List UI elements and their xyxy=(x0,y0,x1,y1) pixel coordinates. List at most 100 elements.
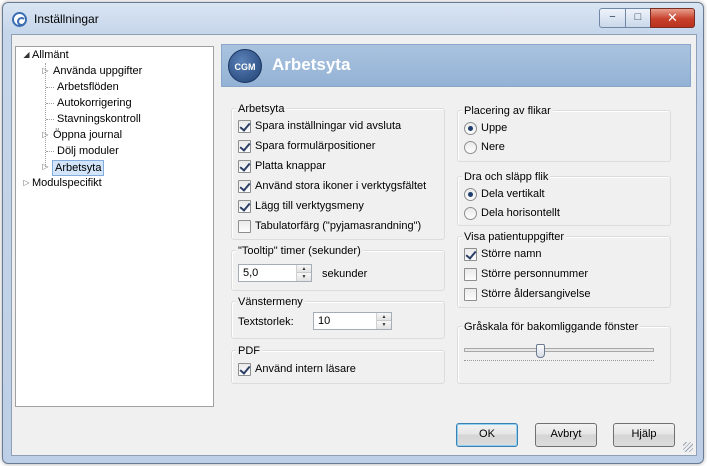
spinner-up-icon[interactable]: ▲ xyxy=(377,313,391,321)
radio-label: Dela vertikalt xyxy=(481,188,545,200)
checkbox-label: Större personnummer xyxy=(481,268,588,280)
tree-node-arbetsfloden[interactable]: Arbetsflöden xyxy=(16,79,206,95)
dialog-client: ◢ Allmänt ▷ Använda uppgifter Arbetsflöd… xyxy=(11,34,697,456)
ok-button[interactable]: OK xyxy=(456,423,518,447)
unit-label: sekunder xyxy=(322,268,368,280)
checkbox-box[interactable] xyxy=(464,268,477,281)
group-placering-flikar: Placering av flikar Uppe Nere xyxy=(457,104,671,162)
group-legend: Placering av flikar xyxy=(462,104,553,118)
tree-label: Arbetsflöden xyxy=(57,81,119,93)
spinner-arrows[interactable]: ▲ ▼ xyxy=(376,313,391,329)
spinner-value[interactable]: 10 xyxy=(318,315,330,327)
spinner-arrows[interactable]: ▲ ▼ xyxy=(296,265,311,281)
group-tooltip-timer: "Tooltip" timer (sekunder) 5,0 ▲ ▼ sekun… xyxy=(231,244,445,291)
window-title: Inställningar xyxy=(34,12,99,26)
group-legend: Vänstermeny xyxy=(236,295,305,309)
spinner-up-icon[interactable]: ▲ xyxy=(297,265,311,273)
checkbox-box[interactable] xyxy=(238,120,251,133)
tree-label: Arbetsyta xyxy=(52,160,105,176)
cancel-button[interactable]: Avbryt xyxy=(535,423,597,447)
graskala-slider-track[interactable] xyxy=(464,348,654,352)
checkbox-label: Lägg till verktygsmeny xyxy=(255,200,364,212)
tree-node-oppna-journal[interactable]: ▷ Öppna journal xyxy=(16,127,206,143)
tree-connector xyxy=(46,119,54,120)
tree-connector xyxy=(46,151,54,152)
tree-node-dolj-moduler[interactable]: Dölj moduler xyxy=(16,143,206,159)
textstorlek-label: Textstorlek: xyxy=(238,316,294,328)
checkbox-label: Spara formulärpositioner xyxy=(255,140,376,152)
tree-node-anvanda-uppgifter[interactable]: ▷ Använda uppgifter xyxy=(16,63,206,79)
checkbox-label: Platta knappar xyxy=(255,160,326,172)
checkbox-label: Spara inställningar vid avsluta xyxy=(255,120,402,132)
tree-node-autokorrigering[interactable]: Autokorrigering xyxy=(16,95,206,111)
slider-ticks xyxy=(464,360,654,363)
title-bar[interactable]: Inställningar − □ ✕ xyxy=(3,3,703,33)
panel-header: CGM Arbetsyta xyxy=(221,44,691,87)
tree-node-arbetsyta[interactable]: ▷ Arbetsyta xyxy=(16,159,206,176)
help-button[interactable]: Hjälp xyxy=(613,423,675,447)
group-legend: Arbetsyta xyxy=(236,102,287,116)
graskala-slider-thumb[interactable] xyxy=(536,344,546,358)
radio-label: Nere xyxy=(481,141,505,153)
group-vanstermeny: Vänstermeny Textstorlek: 10 ▲ ▼ xyxy=(231,295,445,339)
minimize-button[interactable]: − xyxy=(599,8,626,28)
tree-label: Autokorrigering xyxy=(57,97,132,109)
app-icon xyxy=(12,12,27,27)
settings-tree[interactable]: ◢ Allmänt ▷ Använda uppgifter Arbetsflöd… xyxy=(15,46,214,407)
tree-label: Öppna journal xyxy=(53,129,123,141)
tree-connector xyxy=(46,103,54,104)
radio-circle[interactable] xyxy=(464,122,477,135)
collapse-icon[interactable]: ◢ xyxy=(22,47,31,63)
checkbox-box[interactable] xyxy=(464,288,477,301)
close-button[interactable]: ✕ xyxy=(650,8,695,28)
spinner-down-icon[interactable]: ▼ xyxy=(377,321,391,329)
checkbox-box[interactable] xyxy=(238,363,251,376)
radio-circle[interactable] xyxy=(464,188,477,201)
checkbox-box[interactable] xyxy=(238,200,251,213)
tree-connector xyxy=(46,87,54,88)
checkbox-box[interactable] xyxy=(464,248,477,261)
spinner-down-icon[interactable]: ▼ xyxy=(297,273,311,281)
group-legend: Dra och släpp flik xyxy=(462,170,551,184)
expand-icon[interactable]: ▷ xyxy=(41,159,50,175)
group-legend: "Tooltip" timer (sekunder) xyxy=(236,244,363,258)
expand-icon[interactable]: ▷ xyxy=(41,63,50,79)
tree-label: Dölj moduler xyxy=(57,145,119,157)
radio-label: Dela horisontellt xyxy=(481,207,560,219)
group-legend: Visa patientuppgifter xyxy=(462,230,567,244)
settings-window: Inställningar − □ ✕ ◢ Allmänt ▷ Använda … xyxy=(2,2,704,464)
radio-circle[interactable] xyxy=(464,141,477,154)
radio-circle[interactable] xyxy=(464,207,477,220)
expand-icon[interactable]: ▷ xyxy=(41,127,50,143)
checkbox-label: Tabulatorfärg ("pyjamasrandning") xyxy=(255,220,422,232)
group-dra-slapp: Dra och släpp flik Dela vertikalt Dela h… xyxy=(457,170,671,226)
group-patientuppgifter: Visa patientuppgifter Större namn Större… xyxy=(457,230,671,308)
group-pdf: PDF Använd intern läsare xyxy=(231,344,445,384)
group-legend: Gråskala för bakomliggande fönster xyxy=(462,320,641,334)
maximize-button[interactable]: □ xyxy=(625,8,651,28)
resize-grip-icon[interactable] xyxy=(683,442,693,452)
checkbox-box[interactable] xyxy=(238,160,251,173)
tree-label: Stavningskontroll xyxy=(57,113,141,125)
checkbox-box[interactable] xyxy=(238,180,251,193)
group-legend: PDF xyxy=(236,344,262,358)
tree-label: Allmänt xyxy=(32,49,69,61)
radio-label: Uppe xyxy=(481,122,508,134)
textstorlek-spinner[interactable]: 10 ▲ ▼ xyxy=(313,312,392,330)
tree-label: Använda uppgifter xyxy=(53,65,143,77)
group-graskala: Gråskala för bakomliggande fönster xyxy=(457,320,671,384)
checkbox-label: Använd intern läsare xyxy=(255,363,356,375)
cgm-logo: CGM xyxy=(228,49,262,83)
spinner-value[interactable]: 5,0 xyxy=(243,267,258,279)
group-arbetsyta: Arbetsyta Spara inställningar vid avslut… xyxy=(231,102,445,240)
tree-node-stavningskontroll[interactable]: Stavningskontroll xyxy=(16,111,206,127)
checkbox-box[interactable] xyxy=(238,140,251,153)
tree-label: Modulspecifikt xyxy=(32,177,102,189)
tooltip-timer-spinner[interactable]: 5,0 ▲ ▼ xyxy=(238,264,312,282)
settings-panel: CGM Arbetsyta Arbetsyta Spara inställnin… xyxy=(221,44,691,407)
checkbox-box[interactable] xyxy=(238,220,251,233)
checkbox-label: Större åldersangivelse xyxy=(481,288,591,300)
expand-icon[interactable]: ▷ xyxy=(22,175,31,191)
panel-title: Arbetsyta xyxy=(272,55,351,74)
checkbox-label: Använd stora ikoner i verktygsfältet xyxy=(255,180,427,192)
